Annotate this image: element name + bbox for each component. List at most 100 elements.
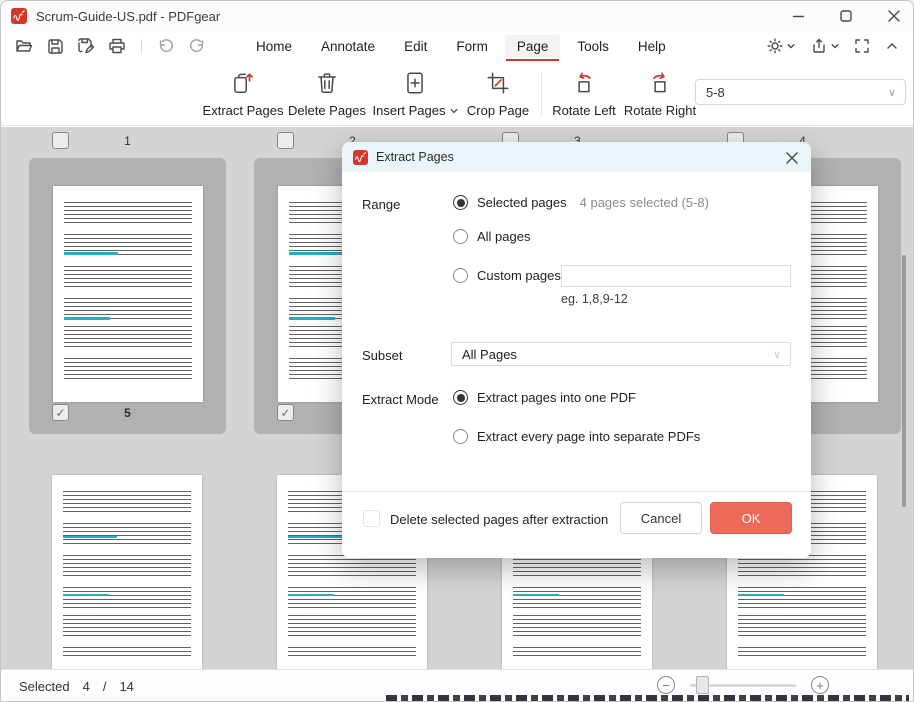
delete-after-label: Delete selected pages after extraction [390, 512, 608, 527]
print-icon[interactable] [108, 37, 126, 55]
selected-pages-text: Selected pages [477, 195, 567, 210]
undo-icon[interactable] [157, 37, 175, 55]
one-pdf-radio[interactable] [453, 390, 468, 405]
all-pages-radio[interactable] [453, 229, 468, 244]
count-separator: / [103, 679, 107, 694]
custom-pages-hint: eg. 1,8,9-12 [561, 292, 628, 306]
window-controls [789, 1, 903, 31]
redo-icon[interactable] [188, 37, 206, 55]
page-range-combobox[interactable]: 5-8 ∨ [695, 79, 906, 105]
subset-dropdown[interactable]: All Pages ∨ [451, 342, 791, 366]
one-pdf-option[interactable]: Extract pages into one PDF [453, 390, 636, 405]
page-range-value: 5-8 [706, 85, 888, 100]
menu-annotate[interactable]: Annotate [309, 35, 387, 58]
delete-pages-button[interactable]: Delete Pages [279, 70, 375, 118]
page-text-placeholder [64, 202, 192, 388]
custom-pages-text: Custom pages [477, 268, 561, 283]
separate-pdfs-option[interactable]: Extract every page into separate PDFs [453, 429, 700, 444]
custom-pages-radio[interactable] [453, 268, 468, 283]
zoom-out-button[interactable]: − [657, 676, 675, 694]
dialog-header[interactable]: Extract Pages [342, 142, 811, 172]
selection-status: Selected 4 / 14 [19, 679, 134, 694]
page-text-placeholder [63, 491, 191, 657]
selected-pages-radio[interactable] [453, 195, 468, 210]
minimize-button[interactable] [789, 7, 807, 25]
vertical-scrollbar[interactable] [902, 255, 906, 507]
custom-pages-option[interactable]: Custom pages [453, 268, 561, 283]
fullscreen-button[interactable] [854, 38, 870, 54]
menu-edit[interactable]: Edit [392, 35, 439, 58]
title-bar: Scrum-Guide-US.pdf - PDFgear [1, 1, 913, 31]
menu-help[interactable]: Help [626, 35, 678, 58]
range-label: Range [362, 197, 400, 212]
menu-page[interactable]: Page [505, 35, 561, 58]
insert-pages-button[interactable]: Insert Pages [367, 70, 463, 118]
total-count: 14 [119, 679, 133, 694]
close-button[interactable] [885, 7, 903, 25]
page-1-number: 1 [29, 134, 226, 148]
delete-pages-icon [314, 70, 340, 96]
extract-pages-dialog: Extract Pages Range Selected pages 4 pag… [342, 142, 811, 558]
main-menu: Home Annotate Edit Form Page Tools Help [244, 31, 678, 61]
menu-form[interactable]: Form [444, 35, 500, 58]
one-pdf-text: Extract pages into one PDF [477, 390, 636, 405]
page-5-label-row: ✓ 5 [29, 404, 226, 422]
save-icon[interactable] [46, 37, 64, 55]
crop-page-button[interactable]: Crop Page [450, 70, 546, 118]
all-pages-text: All pages [477, 229, 530, 244]
zoom-in-button[interactable]: + [811, 676, 829, 694]
all-pages-option[interactable]: All pages [453, 229, 530, 244]
insert-pages-text: Insert Pages [373, 103, 446, 118]
zoom-slider[interactable] [690, 676, 796, 694]
page-9-thumbnail[interactable] [52, 475, 202, 669]
extract-pages-icon [230, 70, 256, 96]
menu-home[interactable]: Home [244, 35, 304, 58]
cancel-button[interactable]: Cancel [620, 502, 702, 534]
separate-pdfs-text: Extract every page into separate PDFs [477, 429, 700, 444]
save-as-icon[interactable] [77, 37, 95, 55]
caret-down-icon [831, 42, 839, 50]
collapse-toolbar-button[interactable] [885, 39, 899, 53]
dialog-close-button[interactable] [781, 147, 802, 168]
chevron-down-icon: ∨ [773, 348, 781, 361]
caret-down-icon [787, 42, 795, 50]
selected-pages-option[interactable]: Selected pages 4 pages selected (5-8) [453, 195, 709, 210]
close-icon [786, 152, 798, 164]
pdfgear-logo-icon [353, 150, 368, 165]
rotate-right-label: Rotate Right [624, 103, 696, 118]
dialog-divider [342, 491, 811, 492]
custom-pages-input[interactable] [561, 265, 791, 287]
share-button[interactable] [810, 37, 839, 55]
open-file-icon[interactable] [15, 37, 33, 55]
chevron-down-icon: ∨ [888, 86, 896, 99]
maximize-button[interactable] [837, 7, 855, 25]
selected-count: 4 [83, 679, 90, 694]
ok-button[interactable]: OK [710, 502, 792, 534]
pdfgear-logo-icon [11, 8, 27, 24]
status-bar: Selected 4 / 14 − + [1, 669, 913, 701]
menu-bar: Home Annotate Edit Form Page Tools Help [1, 31, 913, 61]
extract-mode-label: Extract Mode [362, 392, 439, 407]
subset-label: Subset [362, 348, 402, 363]
selected-label: Selected [19, 679, 70, 694]
page-1-label-row: 1 [29, 132, 226, 150]
menu-right-icons [766, 31, 899, 61]
zoom-slider-handle[interactable] [696, 676, 709, 694]
menu-tools[interactable]: Tools [565, 35, 621, 58]
extract-pages-button[interactable]: Extract Pages [195, 70, 291, 118]
page-5-preview[interactable] [53, 186, 203, 402]
toolbar-divider [141, 39, 142, 54]
theme-button[interactable] [766, 37, 795, 55]
window-title: Scrum-Guide-US.pdf - PDFgear [36, 9, 220, 24]
crop-page-icon [485, 70, 511, 96]
page-5-thumbnail[interactable]: ✓ 5 [29, 158, 226, 434]
separate-pdfs-radio[interactable] [453, 429, 468, 444]
app-window: Scrum-Guide-US.pdf - PDFgear [0, 0, 914, 702]
subset-value: All Pages [462, 347, 773, 362]
insert-pages-label: Insert Pages [373, 103, 458, 118]
page-ribbon: Extract Pages Delete Pages Insert Pages [1, 61, 913, 126]
rotate-right-icon [647, 70, 673, 96]
page-5-number: 5 [29, 406, 226, 420]
rotate-right-button[interactable]: Rotate Right [612, 70, 708, 118]
delete-after-checkbox[interactable] [363, 510, 380, 527]
